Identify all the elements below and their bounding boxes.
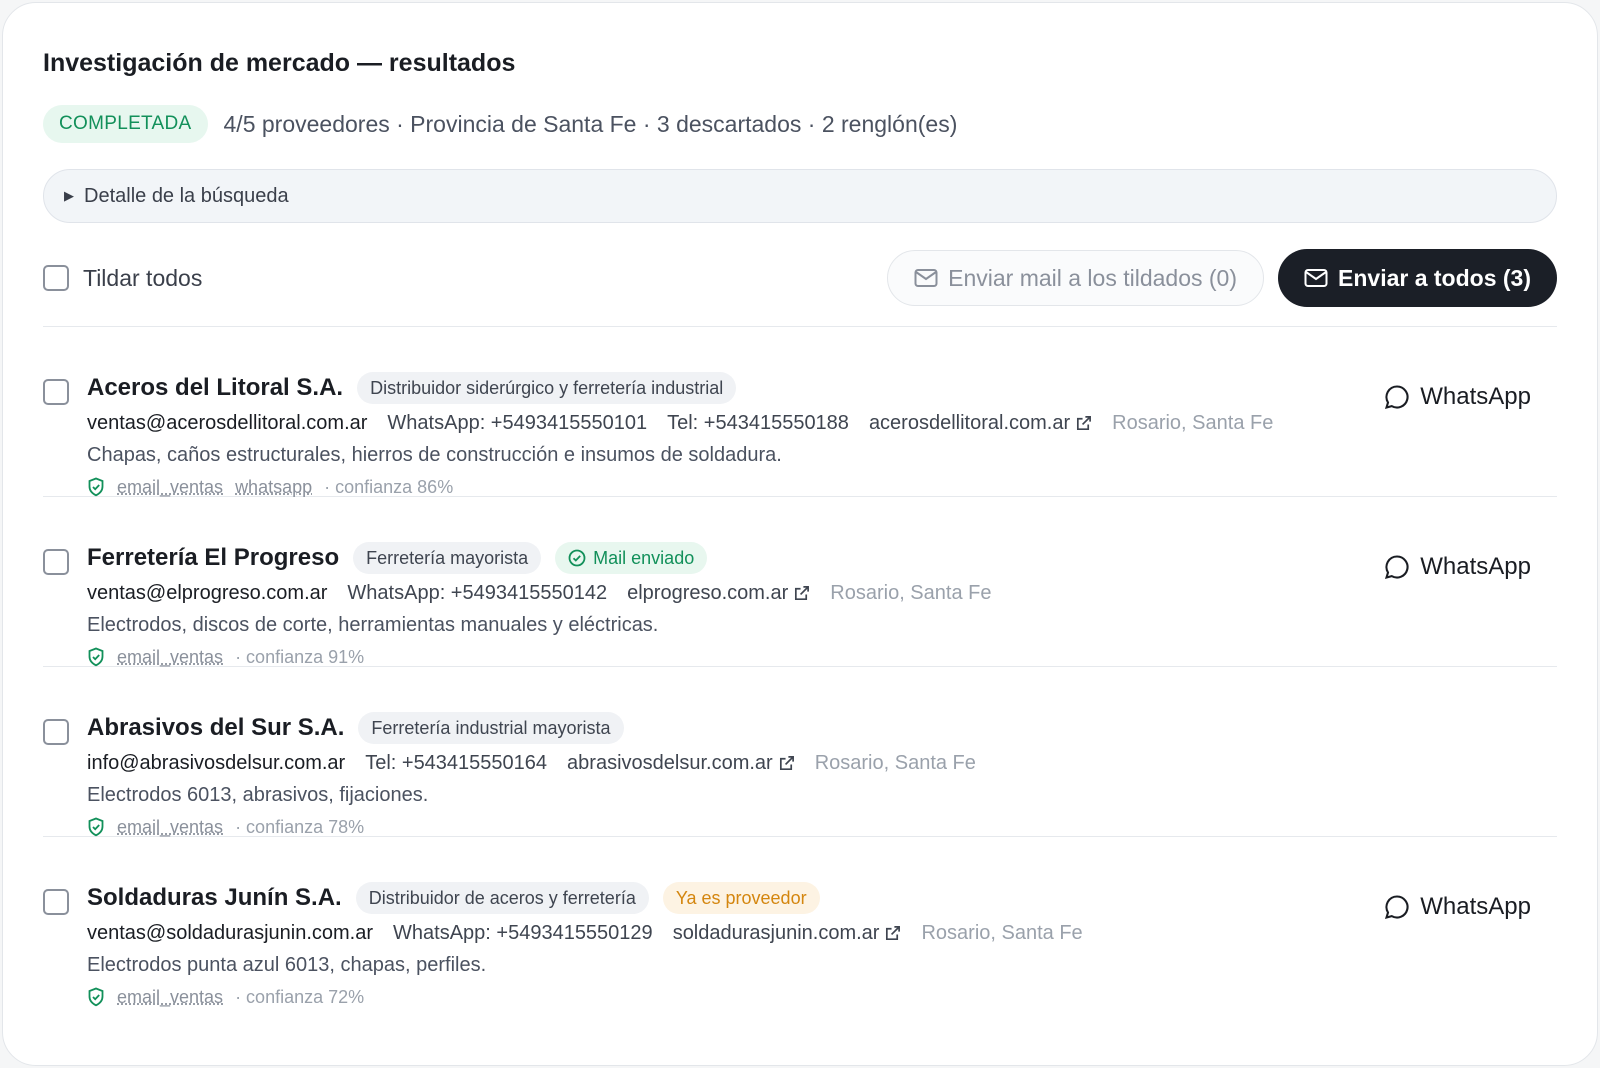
whatsapp-button[interactable]: WhatsApp	[1384, 893, 1531, 921]
category-tag: Distribuidor de aceros y ferretería	[355, 882, 649, 914]
confidence-score: · confianza 86%	[324, 476, 454, 497]
supplier-location: Rosario, Santa Fe	[921, 921, 1083, 944]
source-link[interactable]: whatsapp	[235, 477, 312, 498]
toolbar: Tildar todos Enviar mail a los tildados …	[43, 249, 1557, 307]
triangle-right-icon: ▶	[64, 188, 74, 203]
supplier-checkbox[interactable]	[43, 719, 69, 745]
select-all-checkbox[interactable]	[43, 265, 69, 291]
results-panel: Investigación de mercado — resultados CO…	[2, 2, 1598, 1066]
external-link-icon	[1077, 415, 1092, 430]
mail-sent-badge: Mail enviado	[555, 542, 708, 574]
supplier-list: Aceros del Litoral S.A. Distribuidor sid…	[43, 327, 1557, 1007]
supplier-name: Soldaduras Junín S.A.	[87, 884, 342, 911]
supplier-website-link[interactable]: abrasivosdelsur.com.ar	[567, 752, 795, 775]
check-circle-icon	[568, 549, 586, 567]
supplier-name: Ferretería El Progreso	[87, 544, 340, 571]
category-tag: Distribuidor siderúrgico y ferretería in…	[357, 372, 737, 404]
source-link[interactable]: email_ventas	[117, 477, 223, 498]
supplier-checkbox[interactable]	[43, 889, 69, 915]
supplier-description: Electrodos punta azul 6013, chapas, perf…	[87, 954, 487, 976]
category-tag: Ferretería mayorista	[353, 542, 542, 574]
supplier-name: Aceros del Litoral S.A.	[87, 374, 344, 401]
supplier-whatsapp: WhatsApp: +5493415550129	[393, 921, 653, 944]
chat-bubble-icon	[1385, 385, 1409, 409]
send-selected-button[interactable]: Enviar mail a los tildados (0)	[887, 250, 1265, 306]
chat-bubble-icon	[1385, 895, 1409, 919]
status-row: COMPLETADA 4/5 proveedores · Provincia d…	[43, 105, 1557, 143]
send-all-label: Enviar a todos (3)	[1338, 264, 1531, 291]
supplier-website-link[interactable]: elprogreso.com.ar	[627, 582, 810, 605]
supplier-row: Ferretería El Progreso Ferretería mayori…	[43, 497, 1557, 667]
supplier-description: Electrodos, discos de corte, herramienta…	[87, 614, 659, 636]
shield-check-icon	[88, 987, 104, 1007]
supplier-row: Aceros del Litoral S.A. Distribuidor sid…	[43, 327, 1557, 497]
whatsapp-button[interactable]: WhatsApp	[1384, 553, 1531, 581]
supplier-location: Rosario, Santa Fe	[830, 581, 992, 604]
supplier-phone: Tel: +543415550188	[667, 411, 849, 434]
supplier-row: Soldaduras Junín S.A. Distribuidor de ac…	[43, 837, 1557, 1007]
supplier-email: ventas@acerosdellitoral.com.ar	[87, 411, 368, 434]
external-link-icon	[886, 925, 901, 940]
whatsapp-button[interactable]: WhatsApp	[1384, 383, 1531, 411]
shield-check-icon	[88, 817, 104, 837]
confidence-score: · confianza 72%	[235, 986, 365, 1007]
supplier-description: Chapas, caños estructurales, hierros de …	[87, 444, 782, 466]
category-tag: Ferretería industrial mayorista	[358, 712, 624, 744]
existing-supplier-badge: Ya es proveedor	[662, 882, 820, 914]
status-badge: COMPLETADA	[43, 105, 208, 143]
supplier-website-link[interactable]: acerosdellitoral.com.ar	[869, 412, 1092, 435]
chat-bubble-icon	[1385, 555, 1409, 579]
external-link-icon	[795, 585, 810, 600]
confidence-score: · confianza 78%	[235, 816, 365, 837]
supplier-description: Electrodos 6013, abrasivos, fijaciones.	[87, 784, 429, 806]
confidence-score: · confianza 91%	[235, 646, 365, 667]
mail-icon	[1304, 269, 1328, 287]
supplier-whatsapp: WhatsApp: +5493415550101	[387, 411, 648, 434]
source-link[interactable]: email_ventas	[117, 817, 223, 838]
supplier-checkbox[interactable]	[43, 379, 69, 405]
shield-check-icon	[88, 477, 104, 497]
external-link-icon	[779, 755, 794, 770]
supplier-email: ventas@soldadurasjunin.com.ar	[87, 921, 374, 944]
supplier-checkbox[interactable]	[43, 549, 69, 575]
supplier-location: Rosario, Santa Fe	[814, 751, 976, 774]
source-link[interactable]: email_ventas	[117, 987, 223, 1008]
search-details-toggle[interactable]: ▶ Detalle de la búsqueda	[43, 169, 1557, 223]
supplier-email: ventas@elprogreso.com.ar	[87, 581, 328, 604]
search-details-label: Detalle de la búsqueda	[84, 184, 289, 207]
supplier-location: Rosario, Santa Fe	[1112, 411, 1274, 434]
mail-icon	[914, 269, 938, 287]
source-link[interactable]: email_ventas	[117, 647, 223, 668]
shield-check-icon	[88, 647, 104, 667]
results-summary: 4/5 proveedores · Provincia de Santa Fe …	[223, 110, 958, 137]
select-all-label: Tildar todos	[83, 264, 203, 291]
send-all-button[interactable]: Enviar a todos (3)	[1278, 249, 1557, 307]
page-title: Investigación de mercado — resultados	[43, 49, 516, 77]
supplier-phone: Tel: +543415550164	[365, 751, 548, 774]
supplier-name: Abrasivos del Sur S.A.	[87, 714, 345, 741]
supplier-whatsapp: WhatsApp: +5493415550142	[347, 581, 608, 604]
send-selected-label: Enviar mail a los tildados (0)	[948, 264, 1238, 291]
supplier-email: info@abrasivosdelsur.com.ar	[87, 751, 346, 774]
supplier-row: Abrasivos del Sur S.A. Ferretería indust…	[43, 667, 1557, 837]
supplier-website-link[interactable]: soldadurasjunin.com.ar	[673, 922, 902, 945]
